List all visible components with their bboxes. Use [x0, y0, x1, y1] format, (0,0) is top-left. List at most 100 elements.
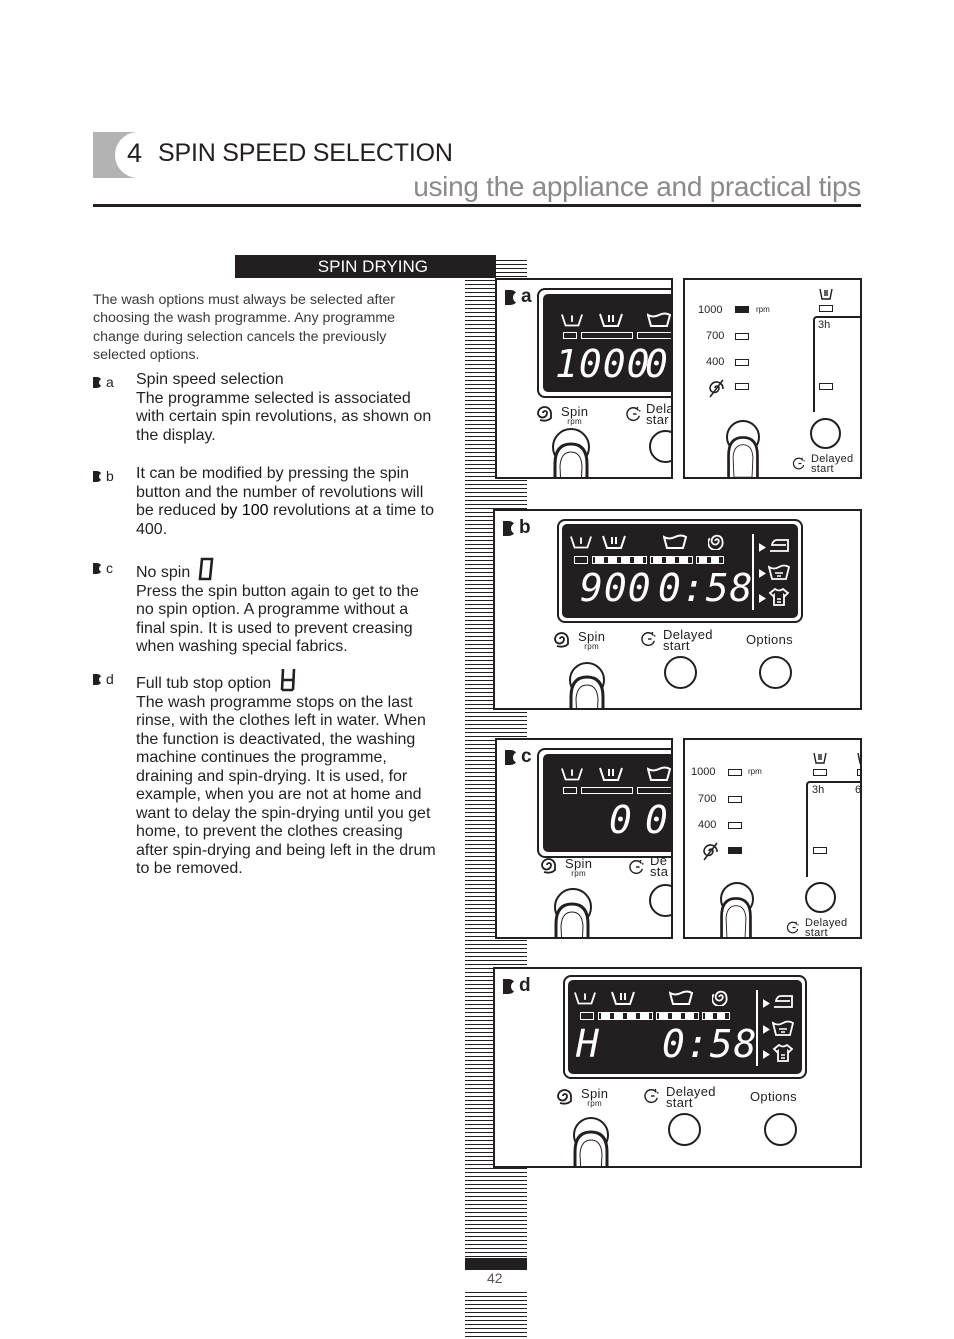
clock-icon [791, 456, 806, 471]
wash-tub-icon [857, 752, 862, 764]
marker-icon [93, 563, 103, 574]
speed-indicator-400 [735, 359, 749, 366]
rinse-icon [669, 990, 693, 1006]
speed-label: 700 [706, 330, 725, 342]
marker-icon [93, 471, 103, 482]
speed-indicator-nospin [735, 383, 749, 390]
progress-segment [637, 332, 671, 339]
main-wash-icon [599, 766, 623, 782]
lcd-time: 0: [645, 798, 671, 842]
lcd-display: H 0:58 [568, 980, 802, 1074]
clock-icon [642, 1087, 660, 1105]
lcd-display: 900 0:58 [562, 524, 798, 618]
no-spin-icon [701, 841, 721, 861]
item-marker: b [93, 467, 133, 486]
lcd-time: 0: [645, 342, 671, 386]
figure-a-display-panel: a 1000 0: Spinrpm Delastar [495, 278, 673, 479]
delayed-start-button[interactable] [805, 882, 836, 913]
wash-tub-icon [819, 288, 833, 300]
options-button[interactable] [759, 656, 792, 689]
pointer-icon [763, 1025, 770, 1034]
pointer-icon [759, 543, 766, 552]
rinse-icon [663, 534, 687, 550]
speed-indicator-1000 [735, 306, 749, 313]
hand-wash-icon [768, 564, 790, 580]
speed-label: 1000 [698, 304, 723, 316]
speed-label: 400 [706, 356, 725, 368]
wash-indicator [819, 305, 833, 312]
rpm-label: rpm [756, 305, 770, 314]
item-text: The programme selected is associated wit… [136, 389, 432, 444]
lcd-h-glyph-icon [280, 668, 295, 692]
item-marker: d [93, 670, 133, 689]
prewash-icon [574, 990, 596, 1006]
item-b: b It can be modified by pressing the spi… [93, 465, 438, 539]
marker-icon [503, 978, 517, 994]
spin-cycle-icon [712, 988, 730, 1006]
figure-a-led-panel: 1000 rpm 700 400 3h Delayed start [683, 278, 862, 479]
header-rule [93, 204, 861, 207]
figure-label: c [505, 746, 532, 768]
lcd-spin-speed: H [576, 1022, 600, 1066]
delayed-start-button[interactable] [664, 656, 697, 689]
pointer-icon [759, 594, 766, 603]
iron-icon [768, 538, 790, 552]
progress-segment [696, 556, 724, 564]
lcd-spin-speed: 0 [609, 798, 633, 842]
delayed-start-button[interactable] [810, 418, 841, 449]
spin-button-label: Spin rpm [561, 404, 589, 426]
clock-icon [639, 630, 657, 648]
delayed-start-label: De sta [650, 853, 669, 879]
chapter-title: SPIN SPEED SELECTION [158, 139, 453, 167]
main-wash-icon [611, 990, 635, 1006]
prewash-icon [561, 766, 583, 782]
progress-segment [592, 556, 647, 564]
options-button[interactable] [764, 1113, 797, 1146]
main-wash-icon [599, 312, 623, 328]
finger-pressing-icon [723, 432, 763, 479]
rinse-icon [647, 312, 671, 328]
item-a: a Spin speed selection The programme sel… [93, 371, 438, 445]
lcd-display: 0 0: [543, 754, 671, 852]
progress-segment [598, 1012, 653, 1020]
speed-label: 400 [698, 819, 717, 831]
progress-segment [650, 556, 693, 564]
lcd-display: 1000 0: [543, 294, 671, 392]
delay-hours-label: 3h [818, 319, 831, 331]
finger-pressing-icon [550, 898, 594, 939]
speed-indicator-400 [728, 822, 742, 829]
lcd-divider [752, 534, 754, 610]
item-text: Press the spin button again to get to th… [136, 582, 419, 656]
page-subtitle: using the appliance and practical tips [413, 171, 861, 202]
figure-b-panel: b 900 0:58 Spin rpm Delayed start Options [493, 509, 862, 710]
decorative-black-block [465, 1258, 527, 1270]
delayed-start-label: Delayed start [663, 627, 713, 653]
progress-segment [563, 332, 577, 339]
main-wash-icon [602, 534, 626, 550]
rinse-icon [647, 766, 671, 782]
marker-icon [505, 749, 519, 765]
delayed-start-label: Delayed start [805, 917, 848, 939]
lcd-divider [756, 990, 758, 1066]
hand-wash-icon [772, 1020, 794, 1036]
intro-paragraph: The wash options must always be selected… [93, 292, 396, 364]
figure-c-led-panel: 1000 rpm 700 400 3h 6 Delayed start [683, 738, 862, 939]
delay-indicator [813, 847, 827, 854]
clock-icon [785, 920, 800, 935]
speed-label: 1000 [691, 766, 716, 778]
lcd-spin-speed: 900 [580, 566, 652, 610]
progress-segment [574, 556, 588, 564]
wash-tub-icon [813, 752, 827, 764]
delayed-start-button[interactable] [649, 884, 671, 917]
delayed-start-button[interactable] [649, 430, 671, 463]
rpm-label: rpm [748, 767, 762, 776]
spin-icon [555, 1086, 575, 1106]
figure-d-panel: d H 0:58 Spin rpm Delayed start Options [493, 967, 862, 1168]
finger-pressing-icon [549, 438, 593, 479]
marker-icon [93, 377, 103, 388]
delayed-start-button[interactable] [668, 1113, 701, 1146]
lcd-time: 0:58 [662, 1022, 758, 1066]
progress-segment [656, 1012, 699, 1020]
spin-cycle-icon [708, 532, 726, 550]
figure-label: b [503, 517, 531, 539]
